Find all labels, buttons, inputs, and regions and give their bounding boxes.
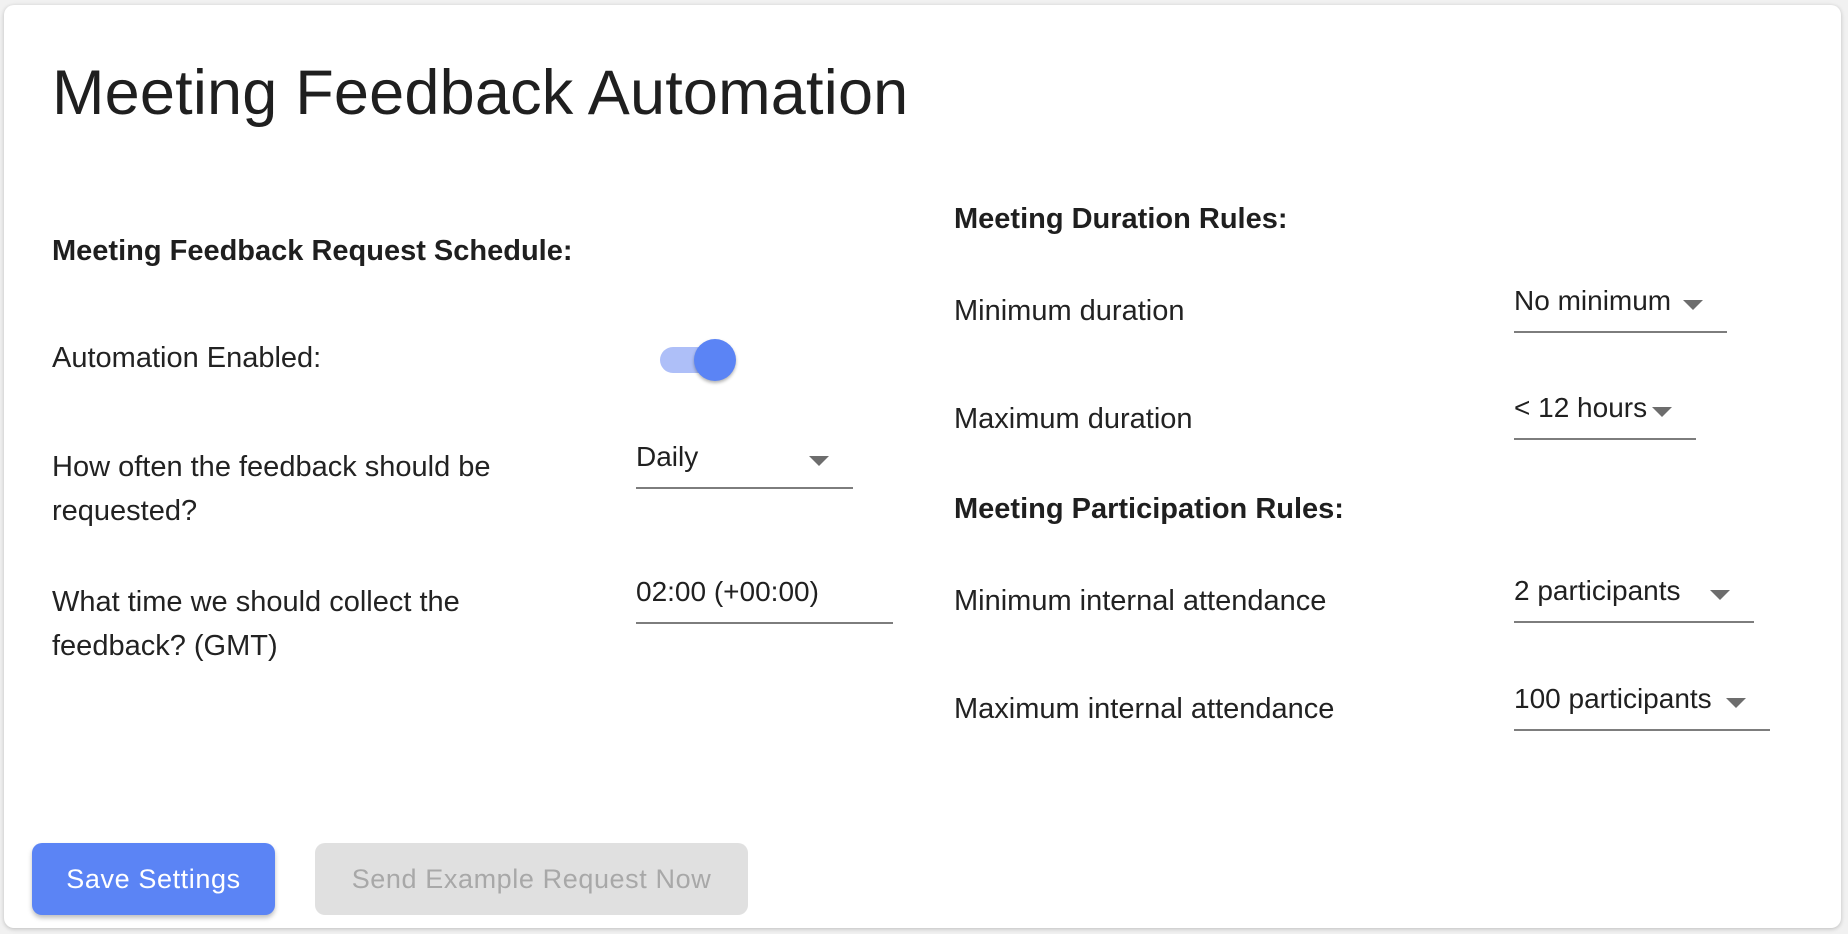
participation-rules-heading: Meeting Participation Rules:: [954, 493, 1344, 525]
frequency-label-line2: requested?: [52, 495, 198, 527]
duration-rules-heading: Meeting Duration Rules:: [954, 203, 1288, 235]
automation-toggle[interactable]: [660, 339, 736, 381]
maximum-attendance-label: Maximum internal attendance: [954, 693, 1335, 725]
maximum-duration-select[interactable]: < 12 hours: [1514, 382, 1696, 440]
toggle-thumb: [694, 339, 736, 381]
frequency-select-value: Daily: [636, 441, 699, 472]
automation-enabled-label: Automation Enabled:: [52, 342, 322, 374]
send-example-request-button: Send Example Request Now: [315, 843, 748, 915]
frequency-label: How often the feedback should be request…: [52, 445, 491, 533]
frequency-select[interactable]: Daily: [636, 431, 853, 489]
time-label: What time we should collect the feedback…: [52, 580, 460, 668]
maximum-duration-value: < 12 hours: [1514, 392, 1648, 423]
frequency-label-line1: How often the feedback should be: [52, 451, 491, 483]
chevron-down-icon: [1683, 300, 1703, 310]
minimum-attendance-select[interactable]: 2 participants: [1514, 565, 1754, 623]
maximum-duration-label: Maximum duration: [954, 403, 1193, 435]
time-input-value: 02:00 (+00:00): [636, 576, 819, 607]
minimum-duration-value: No minimum: [1514, 285, 1672, 316]
minimum-attendance-label: Minimum internal attendance: [954, 585, 1327, 617]
maximum-attendance-select[interactable]: 100 participants: [1514, 673, 1770, 731]
page-title: Meeting Feedback Automation: [52, 58, 909, 128]
settings-card: Meeting Feedback Automation Meeting Feed…: [4, 5, 1841, 928]
minimum-duration-select[interactable]: No minimum: [1514, 275, 1727, 333]
schedule-heading: Meeting Feedback Request Schedule:: [52, 235, 573, 267]
chevron-down-icon: [1726, 698, 1746, 708]
time-label-line1: What time we should collect the: [52, 586, 460, 618]
save-settings-button[interactable]: Save Settings: [32, 843, 275, 915]
minimum-duration-label: Minimum duration: [954, 295, 1185, 327]
chevron-down-icon: [1710, 590, 1730, 600]
minimum-attendance-value: 2 participants: [1514, 575, 1681, 606]
time-input[interactable]: 02:00 (+00:00): [636, 566, 893, 624]
chevron-down-icon: [1652, 407, 1672, 417]
chevron-down-icon: [809, 456, 829, 466]
maximum-attendance-value: 100 participants: [1514, 683, 1712, 714]
time-label-line2: feedback? (GMT): [52, 630, 278, 662]
